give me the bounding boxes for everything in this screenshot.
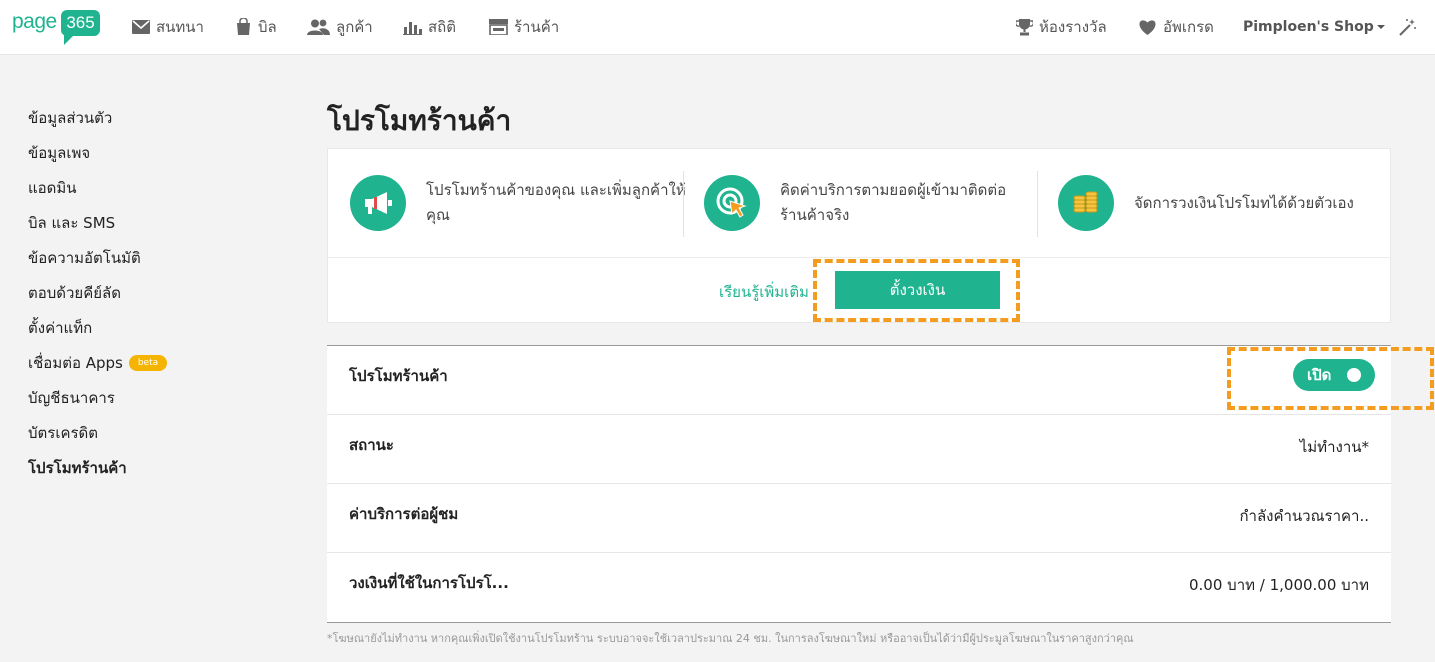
shop-name: Pimploen's Shop [1243,19,1374,35]
sidebar-item-promote-store[interactable]: โปรโมทร้านค้า [28,456,127,480]
nav-awards[interactable]: ห้องรางวัล [1016,16,1107,38]
table-row: วงเงินที่ใช้ในการโปรโ... 0.00 บาท / 1,00… [327,553,1391,622]
feature-promote-text: โปรโมทร้านค้าของคุณ และเพิ่มลูกค้าให้ คุ… [426,178,686,228]
magic-wand-button[interactable] [1398,16,1423,38]
page-title: โปรโมทร้านค้า [327,104,512,137]
feature-promote: โปรโมทร้านค้าของคุณ และเพิ่มลูกค้าให้ คุ… [350,175,686,231]
sidebar-item-tags[interactable]: ตั้งค่าแท็ก [28,316,92,340]
feature-pay-per-contact: คิดค่าบริการตามยอดผู้เข้ามาติดต่อ ร้านค้… [704,175,1006,231]
feature-pay-text: คิดค่าบริการตามยอดผู้เข้ามาติดต่อ ร้านค้… [780,178,1006,228]
status-label: สถานะ [349,436,394,454]
feature-promote-line1: โปรโมทร้านค้าของคุณ และเพิ่มลูกค้าให้ [426,181,686,199]
sidebar-item-admin[interactable]: แอดมิน [28,176,77,200]
feature-budget: จัดการวงเงินโปรโมทได้ด้วยตัวเอง [1058,175,1354,231]
feature-budget-line1: จัดการวงเงินโปรโมทได้ด้วยตัวเอง [1134,193,1354,212]
sidebar-item-connect-apps[interactable]: เชื่อมต่อ Apps beta [28,351,168,375]
feature-divider [1037,171,1038,237]
feature-pay-line1: คิดค่าบริการตามยอดผู้เข้ามาติดต่อ [780,181,1007,199]
table-row: สถานะ ไม่ทำงาน* [327,415,1391,484]
sidebar-item-bill-sms[interactable]: บิล และ SMS [28,211,115,235]
logo-badge: 365 [61,10,100,36]
shop-menu-dropdown[interactable]: Pimploen's Shop [1243,16,1385,38]
mail-icon [132,20,150,34]
nav-chat-label: สนทนา [156,18,204,36]
highlight-toggle [1227,347,1434,410]
nav-upgrade[interactable]: อัพเกรด [1138,16,1214,38]
nav-customers[interactable]: ลูกค้า [307,16,373,38]
feature-divider [683,171,684,237]
bag-icon [237,18,250,35]
budget-used-value: 0.00 บาท / 1,000.00 บาท [1189,576,1369,594]
nav-customers-label: ลูกค้า [336,18,373,36]
feature-budget-text: จัดการวงเงินโปรโมทได้ด้วยตัวเอง [1134,191,1354,216]
cost-per-viewer-value: กำลังคำนวณราคา.. [1239,507,1369,525]
nav-bill-label: บิล [258,18,277,36]
logo-text: page [12,10,57,33]
cost-per-viewer-label: ค่าบริการต่อผู้ชม [349,505,459,523]
sidebar-item-page-info[interactable]: ข้อมูลเพจ [28,141,90,165]
store-icon [489,19,508,35]
card-divider [328,257,1390,258]
nav-store-label: ร้านค้า [514,18,560,36]
top-navbar: page 365 สนทนา บิล ลูกค้า สถิติ ร้านค้า … [0,0,1435,55]
nav-upgrade-label: อัพเกรด [1163,18,1214,36]
nav-chat[interactable]: สนทนา [132,16,204,38]
feature-promote-line2: คุณ [426,206,450,224]
budget-used-label: วงเงินที่ใช้ในการโปรโ... [349,574,509,592]
nav-stats-label: สถิติ [428,18,456,36]
main-content: โปรโมทร้านค้า โปรโมทร้านค้าของคุณ และเพิ… [283,56,1435,662]
nav-stats[interactable]: สถิติ [403,16,456,38]
trophy-icon [1016,19,1033,36]
sidebar-item-auto-message[interactable]: ข้อความอัตโนมัติ [28,246,141,270]
target-cursor-icon [704,175,760,231]
settings-sidebar: ข้อมูลส่วนตัว ข้อมูลเพจ แอดมิน บิล และ S… [0,56,283,662]
bar-chart-icon [403,22,422,35]
heart-icon [1139,19,1156,35]
caret-down-icon [1376,25,1385,29]
sidebar-item-profile[interactable]: ข้อมูลส่วนตัว [28,106,112,130]
coins-icon [1058,175,1114,231]
status-value: ไม่ทำงาน* [1299,438,1369,456]
sidebar-item-credit-card[interactable]: บัตรเครดิต [28,421,98,445]
highlight-set-budget [813,259,1020,322]
megaphone-icon [350,175,406,231]
logo-bubble-tail [64,35,74,45]
promote-store-label: โปรโมทร้านค้า [349,367,448,385]
sidebar-item-connect-apps-label: เชื่อมต่อ Apps [28,354,123,372]
nav-store[interactable]: ร้านค้า [489,16,559,38]
sidebar-item-quick-reply[interactable]: ตอบด้วยคีย์ลัด [28,281,121,305]
nav-bill[interactable]: บิล [235,16,277,38]
learn-more-link[interactable]: เรียนรู้เพิ่มเติม [719,280,809,304]
feature-pay-line2: ร้านค้าจริง [780,206,850,224]
nav-awards-label: ห้องรางวัล [1039,18,1107,36]
ads-footnote: *โฆษณายังไม่ทำงาน หากคุณเพิ่งเปิดใช้งานโ… [327,632,1134,645]
beta-badge: beta [128,355,168,371]
table-row: ค่าบริการต่อผู้ชม กำลังคำนวณราคา.. [327,484,1391,553]
users-icon [307,19,330,35]
magic-wand-icon [1399,18,1416,36]
sidebar-item-bank-account[interactable]: บัญชีธนาคาร [28,386,115,410]
